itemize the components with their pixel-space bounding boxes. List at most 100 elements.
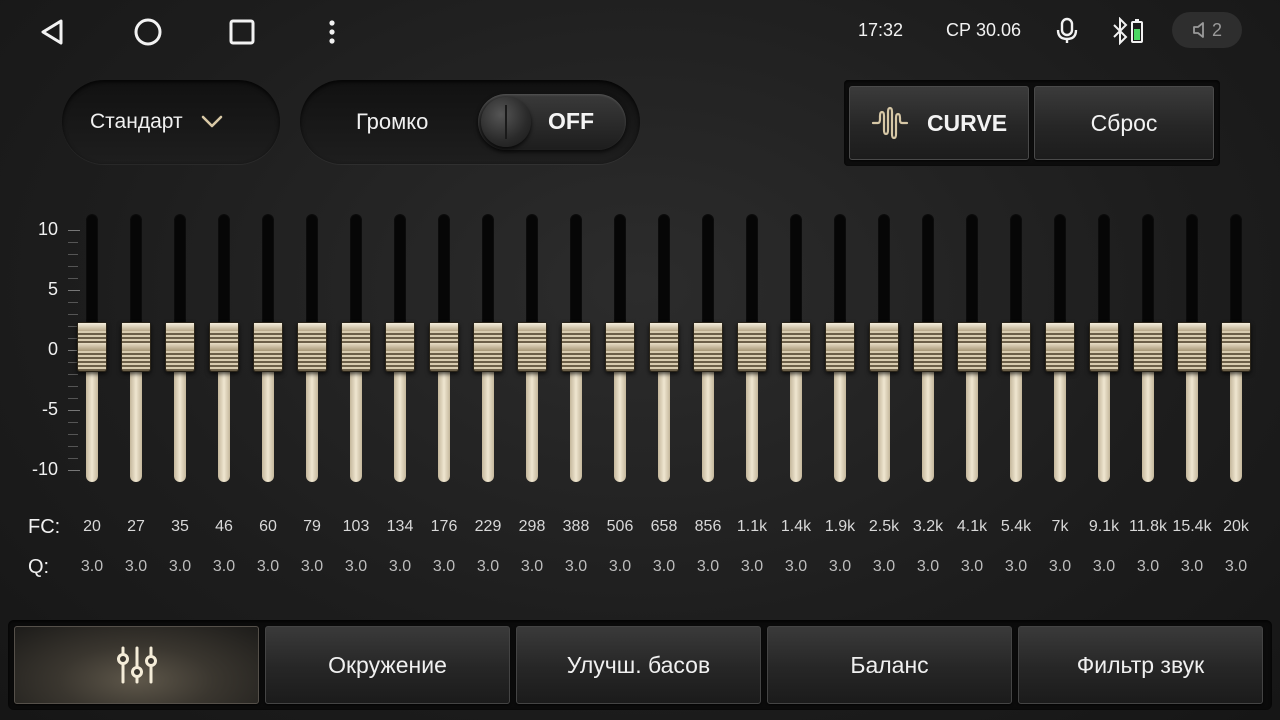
band-slider[interactable]	[1133, 214, 1163, 482]
preset-dropdown[interactable]: Стандарт	[62, 80, 280, 164]
fc-value: 79	[303, 518, 321, 535]
band-slider[interactable]	[1045, 214, 1075, 482]
status-date: СР 30.06	[946, 20, 1022, 40]
band-slider[interactable]	[781, 214, 811, 482]
slider-knob[interactable]	[385, 322, 415, 372]
slider-knob[interactable]	[693, 322, 723, 372]
q-value: 3.0	[740, 558, 764, 575]
band-slider[interactable]	[209, 214, 239, 482]
band-slider[interactable]	[1221, 214, 1251, 482]
q-value: 3.0	[124, 558, 148, 575]
band-slider[interactable]	[341, 214, 371, 482]
volume-level: 2	[1211, 19, 1222, 40]
slider-knob[interactable]	[1133, 322, 1163, 372]
slider-knob[interactable]	[473, 322, 503, 372]
loudness-toggle[interactable]: OFF	[478, 94, 626, 150]
band-slider[interactable]	[649, 214, 679, 482]
slider-knob[interactable]	[649, 322, 679, 372]
tab-surround-label: Окружение	[328, 651, 447, 678]
band-slider[interactable]	[121, 214, 151, 482]
slider-knob[interactable]	[1089, 322, 1119, 372]
slider-knob[interactable]	[605, 322, 635, 372]
slider-knob[interactable]	[429, 322, 459, 372]
slider-knob[interactable]	[781, 322, 811, 372]
band-slider[interactable]	[869, 214, 899, 482]
band-slider[interactable]	[1177, 214, 1207, 482]
fc-value: 11.8k	[1129, 518, 1167, 535]
band-slider[interactable]	[385, 214, 415, 482]
fc-value: 1.1k	[736, 518, 768, 535]
scale-label-10: 10	[37, 219, 58, 239]
band-slider[interactable]	[957, 214, 987, 482]
scale-label-minus-10: -10	[31, 459, 58, 479]
slider-knob[interactable]	[869, 322, 899, 372]
slider-knob[interactable]	[121, 322, 151, 372]
q-value: 3.0	[872, 558, 896, 575]
slider-knob[interactable]	[165, 322, 195, 372]
tab-surround[interactable]: Окружение	[265, 626, 510, 704]
slider-knob[interactable]	[825, 322, 855, 372]
band-slider[interactable]	[737, 214, 767, 482]
tab-equalizer[interactable]	[14, 626, 259, 704]
slider-knob[interactable]	[517, 322, 547, 372]
band-slider[interactable]	[561, 214, 591, 482]
volume-indicator[interactable]: 2	[1172, 12, 1242, 48]
menu-button[interactable]	[312, 12, 352, 52]
q-value: 3.0	[1092, 558, 1116, 575]
slider-knob[interactable]	[77, 322, 107, 372]
fc-value: 7k	[1051, 518, 1069, 535]
preset-label: Стандарт	[90, 110, 183, 133]
fc-value: 20	[83, 518, 101, 535]
slider-knob[interactable]	[253, 322, 283, 372]
q-value: 3.0	[256, 558, 280, 575]
curve-button[interactable]: CURVE	[849, 86, 1029, 160]
band-slider[interactable]	[473, 214, 503, 482]
q-value: 3.0	[80, 558, 104, 575]
tab-sound-filter[interactable]: Фильтр звук	[1018, 626, 1263, 704]
slider-knob[interactable]	[561, 322, 591, 372]
tab-balance[interactable]: Баланс	[767, 626, 1012, 704]
fc-value: 27	[127, 518, 145, 535]
q-value: 3.0	[784, 558, 808, 575]
band-slider[interactable]	[1001, 214, 1031, 482]
band-slider[interactable]	[825, 214, 855, 482]
band-slider[interactable]	[429, 214, 459, 482]
slider-knob[interactable]	[1001, 322, 1031, 372]
fc-value: 15.4k	[1172, 518, 1212, 535]
band-slider[interactable]	[605, 214, 635, 482]
band-slider[interactable]	[297, 214, 327, 482]
q-value: 3.0	[168, 558, 192, 575]
speaker-icon	[1193, 22, 1204, 38]
home-button[interactable]	[128, 12, 168, 52]
slider-knob[interactable]	[341, 322, 371, 372]
band-slider[interactable]	[913, 214, 943, 482]
slider-knob[interactable]	[1221, 322, 1251, 372]
band-slider[interactable]	[77, 214, 107, 482]
tab-bass-boost[interactable]: Улучш. басов	[516, 626, 761, 704]
slider-knob[interactable]	[209, 322, 239, 372]
back-triangle-icon	[41, 19, 63, 45]
band-slider[interactable]	[693, 214, 723, 482]
back-button[interactable]	[32, 12, 72, 52]
reset-button[interactable]: Сброс	[1034, 86, 1214, 160]
slider-knob[interactable]	[737, 322, 767, 372]
q-value: 3.0	[300, 558, 324, 575]
fc-value: 1.9k	[824, 518, 856, 535]
slider-knob[interactable]	[957, 322, 987, 372]
tab-sound-filter-label: Фильтр звук	[1076, 651, 1205, 678]
reset-label: Сброс	[1090, 109, 1158, 136]
slider-knob[interactable]	[913, 322, 943, 372]
q-value: 3.0	[608, 558, 632, 575]
recents-square-icon	[229, 19, 255, 45]
slider-knob[interactable]	[1045, 322, 1075, 372]
band-slider[interactable]	[165, 214, 195, 482]
microphone-icon[interactable]	[1054, 16, 1080, 46]
q-value: 3.0	[828, 558, 852, 575]
band-slider[interactable]	[517, 214, 547, 482]
band-slider[interactable]	[1089, 214, 1119, 482]
slider-knob[interactable]	[1177, 322, 1207, 372]
fc-value: 1.4k	[780, 518, 812, 535]
band-slider[interactable]	[253, 214, 283, 482]
slider-knob[interactable]	[297, 322, 327, 372]
recents-button[interactable]	[222, 12, 262, 52]
